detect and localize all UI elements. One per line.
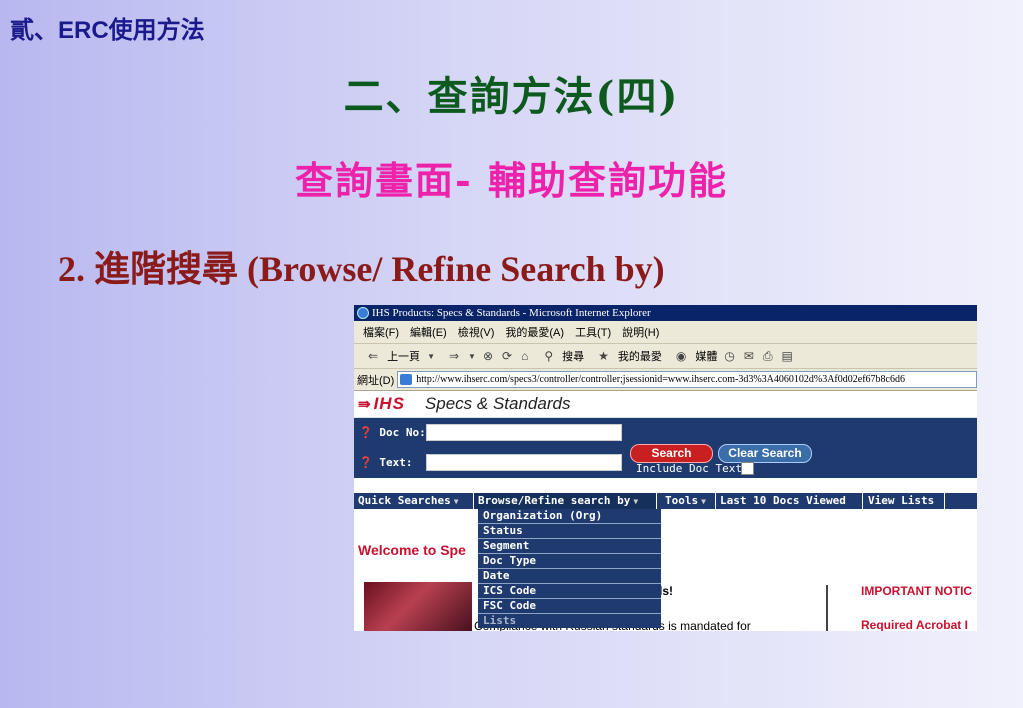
chevron-down-icon: ▼: [701, 497, 706, 506]
include-doc-text-checkbox[interactable]: [741, 462, 754, 475]
nav-view-lists[interactable]: View Lists: [864, 493, 945, 509]
forward-arrow-icon: ⇒: [448, 349, 460, 363]
required-acrobat[interactable]: Required Acrobat I: [861, 618, 968, 631]
browse-refine-dropdown: Organization (Org) Status Segment Doc Ty…: [478, 509, 661, 628]
menu-file[interactable]: 檔案(F): [363, 324, 399, 340]
ihs-header: ⇛ IHS Specs & Standards: [354, 391, 977, 418]
ie-logo-icon: [357, 307, 369, 319]
nav-bar: Quick Searches ▼ Browse/Refine search by ▼…: [354, 493, 977, 509]
forward-button[interactable]: ⇒ ▼: [442, 349, 476, 363]
favorites-label: 我的最愛: [617, 351, 662, 363]
section-label: 貳、ERC使用方法: [10, 10, 205, 45]
column-divider: [826, 585, 828, 631]
menu-help[interactable]: 說明(H): [622, 324, 659, 340]
back-arrow-icon: ⇐: [368, 349, 379, 363]
section-label-prefix: 貳、: [10, 15, 58, 44]
menu-view[interactable]: 檢視(V): [458, 324, 495, 340]
refresh-icon[interactable]: ⟳: [502, 349, 512, 363]
dropdown-item-lists[interactable]: Lists: [478, 614, 661, 628]
news-headline: ls!: [659, 584, 674, 598]
menu-bar: 檔案(F) 編輯(E) 檢視(V) 我的最愛(A) 工具(T) 說明(H): [354, 321, 977, 344]
dropdown-item-date[interactable]: Date: [478, 569, 661, 584]
menu-tools[interactable]: 工具(T): [575, 324, 611, 340]
dropdown-item-organization[interactable]: Organization (Org): [478, 509, 661, 524]
welcome-text: Welcome to Spe: [358, 542, 466, 558]
doc-no-label-text: Doc No:: [379, 426, 426, 439]
edit-icon[interactable]: ▤: [782, 349, 793, 363]
chevron-down-icon: ▼: [427, 351, 435, 361]
nav-quick-searches-label: Quick Searches: [358, 494, 451, 507]
search-button[interactable]: ⚲ 搜尋: [537, 348, 584, 364]
back-button[interactable]: ⇐ 上一頁 ▼: [361, 348, 435, 364]
search-icon: ⚲: [544, 349, 554, 363]
address-label: 網址(D): [357, 374, 395, 387]
media-icon: ◉: [675, 349, 687, 363]
toolbar: ⇐ 上一頁 ▼ ⇒ ▼ ⊗ ⟳ ⌂ ⚲ 搜尋 ★ 我的最愛 ◉ 媒體 ◷ ✉ ⎙ ▤: [354, 344, 977, 369]
nav-tools[interactable]: Tools ▼: [661, 493, 716, 509]
ihs-logo-text: IHS: [373, 394, 405, 413]
nav-browse-refine-label: Browse/Refine search by: [478, 494, 631, 507]
product-name: Specs & Standards: [424, 394, 571, 413]
nav-last-10-docs[interactable]: Last 10 Docs Viewed: [716, 493, 863, 509]
nav-browse-refine[interactable]: Browse/Refine search by ▼: [474, 493, 657, 509]
chevron-down-icon: ▼: [468, 351, 476, 361]
dropdown-item-doc-type[interactable]: Doc Type: [478, 554, 661, 569]
section-label-en: ERC: [58, 17, 109, 44]
slide-heading: 2. 進階搜尋 (Browse/ Refine Search by): [58, 249, 665, 289]
doc-no-input[interactable]: [426, 424, 622, 441]
ihs-arrow-icon: ⇛: [358, 396, 372, 413]
slide-title: 二、查詢方法(四): [343, 73, 680, 120]
nav-quick-searches[interactable]: Quick Searches ▼: [354, 493, 474, 509]
address-bar: 網址(D) http://www.ihserc.com/specs3/contr…: [354, 369, 977, 391]
stop-icon[interactable]: ⊗: [483, 349, 493, 363]
ihs-logo[interactable]: ⇛ IHS: [358, 394, 405, 414]
slide-subtitle: 查詢畫面- 輔助查詢功能: [294, 158, 728, 203]
search-label: 搜尋: [562, 351, 585, 363]
dropdown-item-segment[interactable]: Segment: [478, 539, 661, 554]
menu-favorites[interactable]: 我的最愛(A): [505, 324, 564, 340]
browser-screenshot: IHS Products: Specs & Standards - Micros…: [354, 305, 977, 631]
home-icon[interactable]: ⌂: [521, 349, 528, 363]
text-input[interactable]: [426, 454, 622, 471]
mail-icon[interactable]: ✉: [744, 349, 754, 363]
dropdown-item-fsc-code[interactable]: FSC Code: [478, 599, 661, 614]
back-label: 上一頁: [387, 351, 421, 363]
page-icon: [400, 374, 413, 385]
history-icon[interactable]: ◷: [724, 349, 734, 363]
dropdown-item-ics-code[interactable]: ICS Code: [478, 584, 661, 599]
address-input[interactable]: http://www.ihserc.com/specs3/controller/…: [397, 371, 977, 388]
favorites-icon: ★: [598, 349, 609, 363]
favorites-button[interactable]: ★ 我的最愛: [591, 348, 662, 364]
search-submit-button[interactable]: Search: [630, 444, 713, 463]
dropdown-item-status[interactable]: Status: [478, 524, 661, 539]
text-label-text: Text:: [379, 456, 413, 469]
menu-edit[interactable]: 編輯(E): [410, 324, 447, 340]
clear-search-button[interactable]: Clear Search: [718, 444, 812, 463]
include-doc-text-label: Include Doc Text:: [636, 462, 749, 475]
nav-tools-label: Tools: [665, 494, 699, 507]
news-photo: [364, 582, 472, 631]
media-label: 媒體: [695, 351, 718, 363]
address-url: http://www.ihserc.com/specs3/controller/…: [416, 374, 905, 385]
window-title: IHS Products: Specs & Standards - Micros…: [372, 307, 651, 319]
chevron-down-icon: ▼: [453, 497, 459, 506]
print-icon[interactable]: ⎙: [763, 349, 773, 364]
text-label: ❓ Text:: [359, 456, 413, 469]
important-notice[interactable]: IMPORTANT NOTIC: [861, 584, 972, 598]
section-label-suffix: 使用方法: [108, 15, 205, 44]
chevron-down-icon: ▼: [633, 497, 639, 506]
doc-no-label: ❓ Doc No:: [359, 426, 426, 439]
window-title-bar: IHS Products: Specs & Standards - Micros…: [354, 305, 977, 321]
media-button[interactable]: ◉ 媒體: [669, 348, 717, 364]
